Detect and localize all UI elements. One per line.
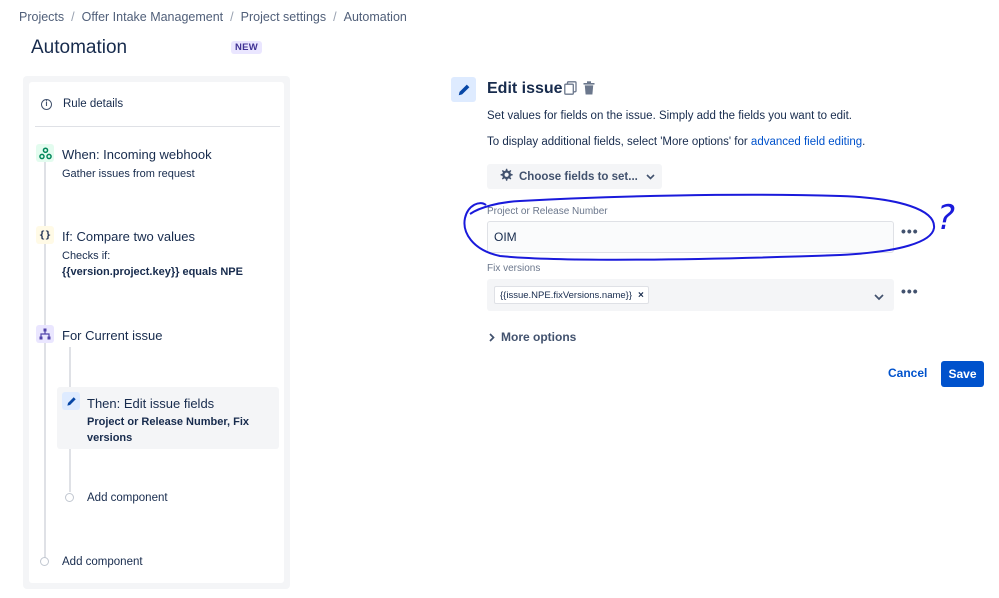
advanced-field-editing-link[interactable]: advanced field editing	[751, 136, 862, 148]
fix-version-tag: {{issue.NPE.fixVersions.name}} ×	[494, 286, 649, 304]
divider	[35, 126, 280, 127]
action-subtitle-2: versions	[87, 432, 133, 444]
more-options-label: More options	[501, 330, 577, 344]
breadcrumb-separator: /	[230, 10, 234, 24]
branch-component[interactable]: For Current issue	[29, 320, 284, 348]
condition-title: If: Compare two values	[62, 229, 195, 244]
trigger-subtitle: Gather issues from request	[62, 168, 195, 180]
breadcrumb-project[interactable]: Offer Intake Management	[82, 10, 224, 24]
field-label-release-number: Project or Release Number	[487, 206, 608, 217]
trash-icon[interactable]	[583, 81, 595, 100]
add-component-nested[interactable]: Add component	[87, 492, 168, 504]
rule-panel: i Rule details When: Incoming webhook Ga…	[23, 76, 290, 589]
breadcrumb: Projects / Offer Intake Management / Pro…	[19, 10, 407, 24]
chevron-down-icon[interactable]	[874, 288, 884, 306]
condition-subtitle-value: {{version.project.key}} equals NPE	[62, 266, 243, 278]
breadcrumb-automation[interactable]: Automation	[344, 10, 407, 24]
copy-icon[interactable]	[564, 81, 577, 100]
more-options-toggle[interactable]: More options	[489, 330, 576, 344]
rule-details-label: Rule details	[63, 98, 124, 110]
action-component-selected[interactable]: Then: Edit issue fields Project or Relea…	[57, 387, 279, 449]
action-subtitle-1: Project or Release Number, Fix	[87, 416, 250, 428]
webhook-icon	[36, 144, 54, 162]
fix-versions-select[interactable]: {{issue.NPE.fixVersions.name}} ×	[487, 279, 894, 311]
choose-fields-label: Choose fields to set...	[519, 170, 638, 183]
info-icon: i	[41, 98, 52, 110]
page-title: Automation	[31, 37, 128, 58]
braces-icon: {}	[36, 226, 54, 244]
breadcrumb-separator: /	[333, 10, 337, 24]
editor-description: Set values for fields on the issue. Simp…	[487, 110, 853, 122]
new-badge: NEW	[231, 41, 263, 54]
breadcrumb-separator: /	[71, 10, 75, 24]
field-options-icon[interactable]: •••	[901, 224, 919, 238]
annotation-question-mark: ?	[937, 198, 955, 238]
fix-version-tag-label: {{issue.NPE.fixVersions.name}}	[500, 289, 633, 301]
field-label-fix-versions: Fix versions	[487, 263, 541, 274]
edit-issue-icon	[451, 77, 476, 102]
chevron-right-icon	[489, 332, 495, 342]
breadcrumb-projects[interactable]: Projects	[19, 10, 64, 24]
add-component-outer[interactable]: Add component	[62, 556, 143, 568]
condition-subtitle-label: Checks if:	[62, 250, 111, 262]
branch-icon	[36, 325, 54, 343]
action-title: Then: Edit issue fields	[87, 396, 215, 411]
editor-title: Edit issue	[487, 80, 563, 97]
choose-fields-button[interactable]: Choose fields to set...	[487, 164, 662, 189]
add-component-dot	[65, 493, 74, 502]
condition-component[interactable]: {} If: Compare two values Checks if: {{v…	[29, 222, 284, 280]
cancel-button[interactable]: Cancel	[888, 366, 927, 380]
flow-line	[44, 160, 46, 558]
pencil-icon	[62, 392, 80, 410]
editor-hint: To display additional fields, select 'Mo…	[487, 136, 865, 148]
editor-hint-end: .	[862, 136, 866, 148]
gear-icon	[499, 168, 513, 185]
remove-tag-icon[interactable]: ×	[638, 290, 644, 301]
branch-title: For Current issue	[62, 328, 163, 343]
trigger-component[interactable]: When: Incoming webhook Gather issues fro…	[29, 140, 284, 190]
add-component-dot	[40, 557, 49, 566]
save-button[interactable]: Save	[941, 361, 984, 387]
trigger-title: When: Incoming webhook	[62, 147, 212, 162]
rule-details-item[interactable]: i Rule details	[29, 82, 284, 126]
editor-hint-text: To display additional fields, select 'Mo…	[487, 136, 751, 148]
rule-components-list: i Rule details When: Incoming webhook Ga…	[29, 82, 284, 583]
release-number-input[interactable]: OIM	[487, 221, 894, 253]
chevron-down-icon	[646, 171, 655, 183]
field-options-icon[interactable]: •••	[901, 284, 919, 298]
breadcrumb-project-settings[interactable]: Project settings	[241, 10, 326, 24]
